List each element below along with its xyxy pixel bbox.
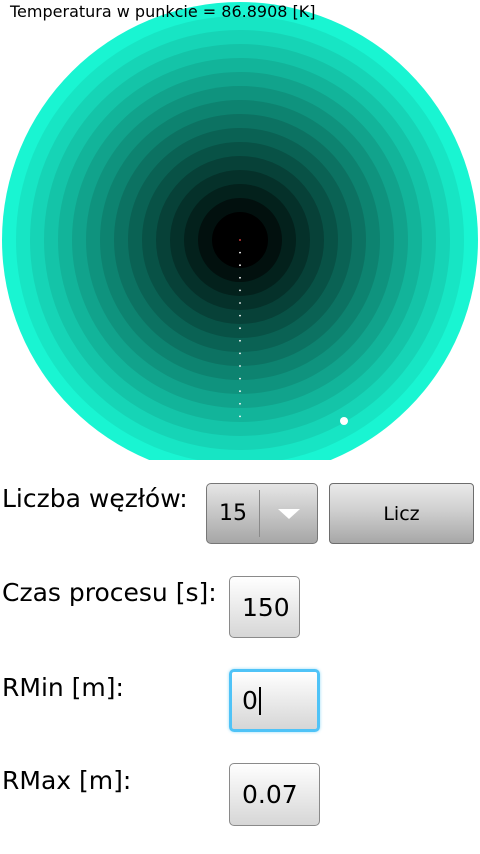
nodes-spinner-value: 15 <box>219 501 247 526</box>
rmax-field-value: 0.07 <box>242 780 298 809</box>
node-marker <box>239 402 241 405</box>
node-marker <box>239 377 241 380</box>
rmin-field[interactable]: 0 <box>229 669 320 732</box>
node-marker <box>239 264 241 267</box>
node-marker <box>239 302 241 304</box>
selected-point-marker[interactable] <box>340 417 348 425</box>
chevron-down-icon[interactable] <box>260 484 317 543</box>
temperature-readout: Temperatura w punkcie = 86.8908 [K] <box>10 2 316 21</box>
rmax-field[interactable]: 0.07 <box>229 763 320 826</box>
temperature-disc[interactable] <box>0 0 480 460</box>
rmin-field-value: 0 <box>242 686 258 715</box>
temperature-disc-canvas[interactable] <box>0 0 480 460</box>
node-marker <box>239 390 241 393</box>
rmin-label: RMin [m]: <box>2 673 124 702</box>
rmax-label: RMax [m]: <box>2 766 132 795</box>
nodes-label: Liczba węzłów: <box>2 484 188 513</box>
node-marker <box>239 415 241 418</box>
node-marker <box>239 276 241 279</box>
node-marker <box>239 327 241 330</box>
time-label: Czas procesu [s]: <box>2 578 217 607</box>
node-marker <box>239 339 241 342</box>
calculate-button[interactable]: Licz <box>329 483 474 544</box>
node-marker <box>239 239 241 241</box>
text-caret <box>258 686 261 715</box>
time-field-value: 150 <box>242 592 290 622</box>
node-marker <box>239 251 241 254</box>
nodes-spinner[interactable]: 15 <box>206 483 318 544</box>
node-marker <box>239 289 241 292</box>
node-marker <box>239 314 241 317</box>
node-marker <box>239 352 241 355</box>
time-field[interactable]: 150 <box>229 576 300 638</box>
node-marker <box>239 365 241 367</box>
